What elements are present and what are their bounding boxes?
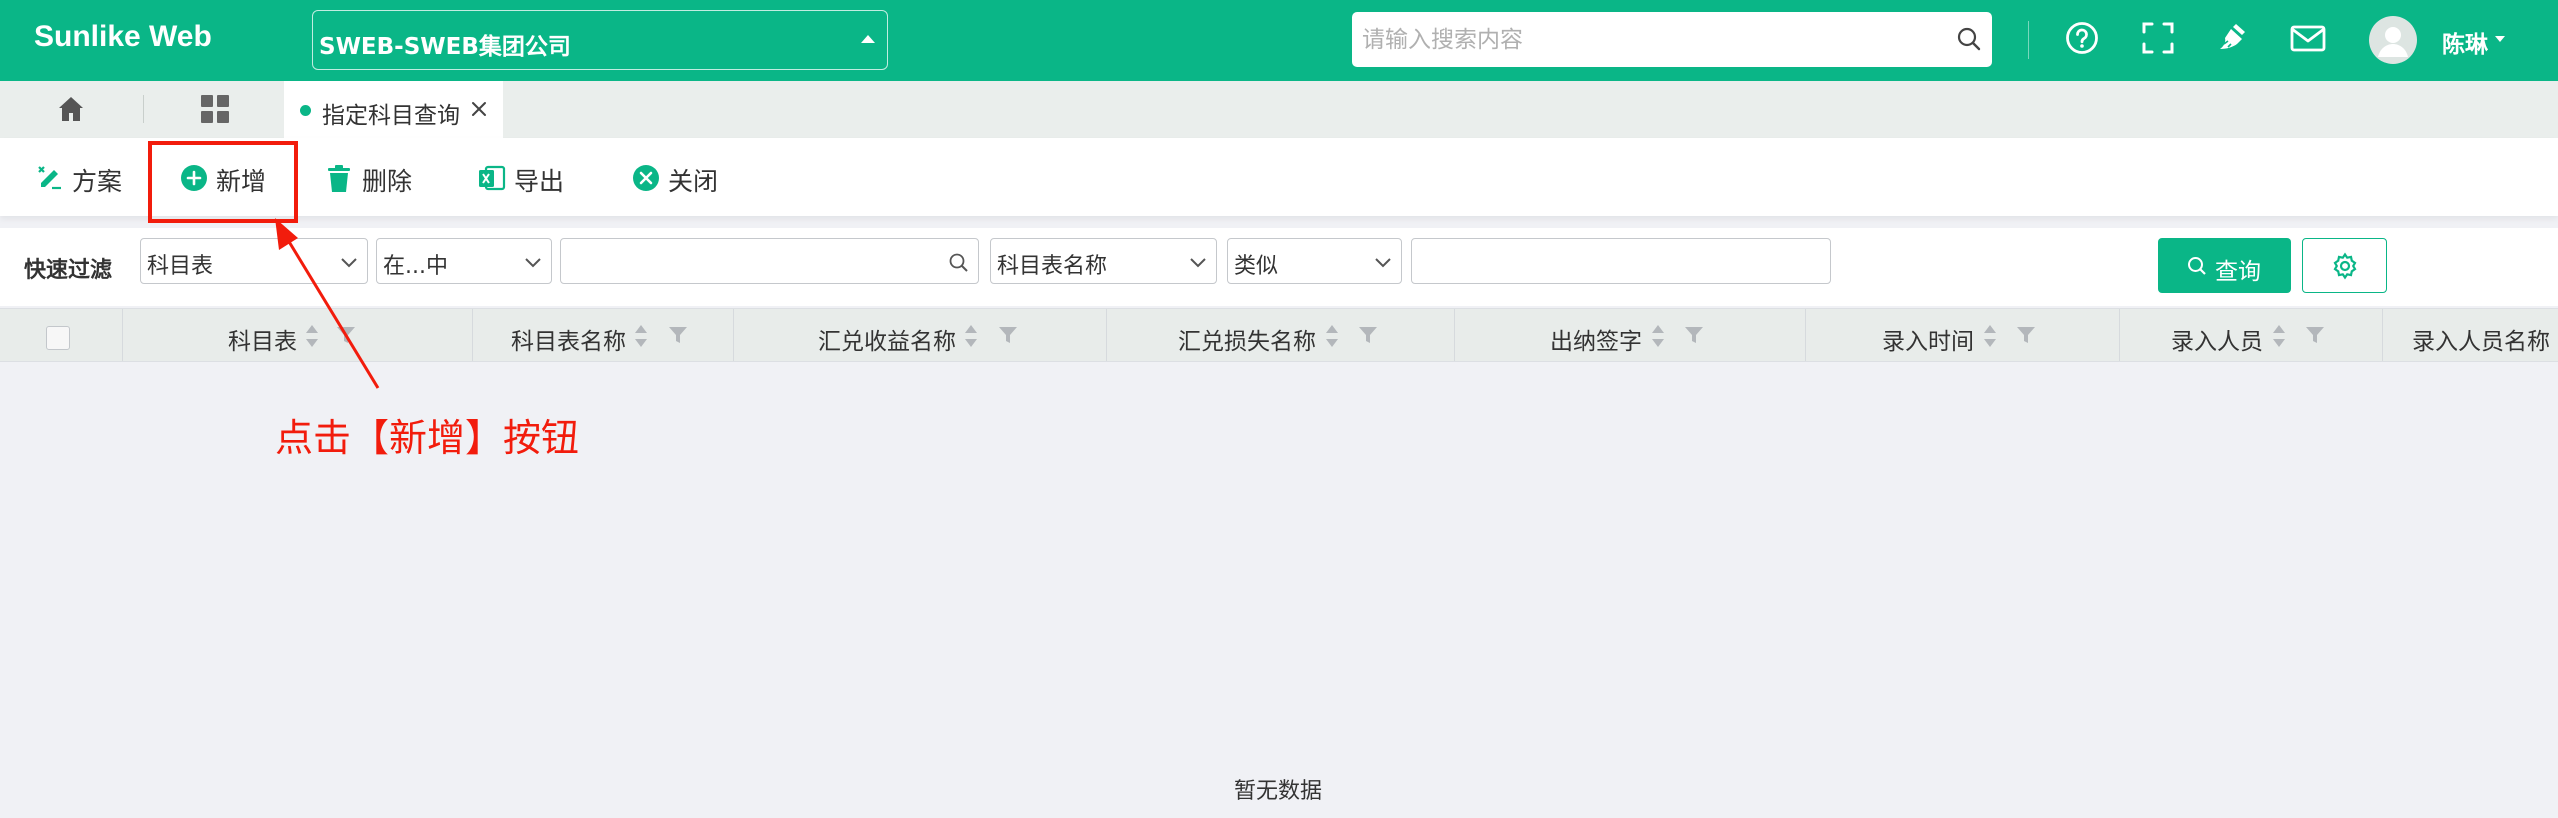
column-divider bbox=[472, 309, 473, 361]
clear-cache-icon[interactable] bbox=[2214, 20, 2252, 56]
active-dot-icon bbox=[300, 105, 311, 116]
add-button-highlight bbox=[148, 141, 298, 223]
filter-field2-value: 科目表名称 bbox=[997, 254, 1108, 279]
sort-icon[interactable] bbox=[1650, 323, 1666, 349]
sort-icon[interactable] bbox=[633, 323, 649, 349]
tab-divider bbox=[143, 95, 144, 123]
column-divider bbox=[1454, 309, 1455, 361]
column-header[interactable]: 汇兑收益名称 bbox=[818, 322, 956, 356]
filter-settings-button[interactable] bbox=[2302, 238, 2387, 293]
filter-funnel-icon[interactable] bbox=[2305, 325, 2325, 345]
select-all-checkbox[interactable] bbox=[46, 326, 70, 350]
action-toolbar: 方案 新增 删除 导出 关闭 bbox=[0, 138, 2558, 216]
excel-icon bbox=[479, 165, 506, 191]
scheme-edit-icon bbox=[38, 166, 61, 190]
column-header[interactable]: 录入时间 bbox=[1882, 322, 1974, 356]
sort-icon[interactable] bbox=[2271, 323, 2287, 349]
gear-icon bbox=[2333, 252, 2357, 280]
filter-funnel-icon[interactable] bbox=[1358, 325, 1378, 345]
filter-operator2-select[interactable]: 类似 bbox=[1227, 238, 1402, 284]
chevron-down-icon bbox=[341, 258, 357, 268]
quick-filter-label: 快速过滤 bbox=[24, 258, 113, 283]
filter-operator-value: 在...中 bbox=[383, 254, 448, 279]
chevron-down-icon bbox=[1375, 258, 1391, 268]
scheme-label: 方案 bbox=[72, 167, 123, 196]
header-divider bbox=[2028, 21, 2029, 59]
filter-value2-input[interactable] bbox=[1411, 238, 1831, 284]
close-circle-icon bbox=[633, 165, 659, 191]
user-name[interactable]: 陈琳 bbox=[2442, 25, 2488, 59]
column-header[interactable]: 汇兑损失名称 bbox=[1178, 322, 1316, 356]
export-label: 导出 bbox=[514, 167, 565, 196]
chevron-down-icon[interactable] bbox=[2495, 36, 2505, 42]
search-input[interactable] bbox=[1352, 12, 1952, 67]
help-icon[interactable] bbox=[2064, 20, 2100, 56]
empty-state-text: 暂无数据 bbox=[1234, 779, 1323, 804]
filter-value-field[interactable] bbox=[561, 239, 978, 283]
column-header[interactable]: 录入人员名称 bbox=[2412, 322, 2550, 356]
column-header[interactable]: 录入人员 bbox=[2171, 322, 2263, 356]
column-divider bbox=[2382, 309, 2383, 361]
column-header[interactable]: 科目表名称 bbox=[511, 322, 626, 356]
scheme-button[interactable]: 方案 bbox=[36, 162, 126, 196]
sort-icon[interactable] bbox=[304, 323, 320, 349]
search-icon[interactable] bbox=[1956, 26, 1982, 52]
tab-account-query[interactable]: 指定科目查询 bbox=[284, 81, 503, 138]
column-divider bbox=[1805, 309, 1806, 361]
trash-icon bbox=[328, 165, 350, 192]
mail-icon[interactable] bbox=[2289, 20, 2327, 56]
filter-funnel-icon[interactable] bbox=[668, 325, 688, 345]
user-icon bbox=[2378, 27, 2408, 57]
avatar[interactable] bbox=[2369, 16, 2417, 64]
filter-field2-select[interactable]: 科目表名称 bbox=[990, 238, 1217, 284]
filter-operator2-value: 类似 bbox=[1234, 254, 1279, 279]
column-divider bbox=[733, 309, 734, 361]
caret-up-icon bbox=[861, 35, 875, 43]
search-icon[interactable] bbox=[948, 252, 970, 274]
sort-icon[interactable] bbox=[1324, 323, 1340, 349]
sort-icon[interactable] bbox=[963, 323, 979, 349]
query-label: 查询 bbox=[2215, 259, 2261, 285]
global-search[interactable] bbox=[1352, 12, 1992, 67]
filter-operator-select[interactable]: 在...中 bbox=[376, 238, 552, 284]
chevron-down-icon bbox=[1190, 258, 1206, 268]
quick-filter-bar: 快速过滤 科目表 在...中 科目表名称 类似 查询 bbox=[0, 228, 2558, 306]
filter-field-select[interactable]: 科目表 bbox=[140, 238, 368, 284]
sort-icon[interactable] bbox=[1982, 323, 1998, 349]
filter-funnel-icon[interactable] bbox=[2016, 325, 2036, 345]
filter-field-value: 科目表 bbox=[147, 254, 214, 279]
chevron-down-icon bbox=[525, 258, 541, 268]
delete-label: 删除 bbox=[362, 167, 413, 196]
column-divider bbox=[122, 309, 123, 361]
delete-button[interactable]: 删除 bbox=[326, 162, 416, 196]
filter-value2-field[interactable] bbox=[1412, 239, 1830, 283]
grid-menu-icon[interactable] bbox=[200, 94, 230, 124]
filter-funnel-icon[interactable] bbox=[1684, 325, 1704, 345]
company-name: SWEB-SWEB集团公司 bbox=[319, 34, 571, 60]
close-button[interactable]: 关闭 bbox=[632, 162, 722, 196]
fullscreen-icon[interactable] bbox=[2140, 20, 2176, 56]
brand-logo: Sunlike Web bbox=[34, 20, 212, 53]
column-header[interactable]: 科目表 bbox=[228, 322, 297, 356]
annotation-text: 点击【新增】按钮 bbox=[275, 416, 580, 460]
query-button[interactable]: 查询 bbox=[2158, 238, 2291, 293]
table-header: 科目表 科目表名称 汇兑收益名称 汇兑损失名称 出纳签字 录入时间 录入人员 录… bbox=[0, 308, 2558, 362]
tab-label: 指定科目查询 bbox=[322, 103, 460, 129]
home-icon[interactable] bbox=[56, 94, 86, 124]
close-label: 关闭 bbox=[668, 167, 719, 196]
filter-funnel-icon[interactable] bbox=[998, 325, 1018, 345]
filter-value-input[interactable] bbox=[560, 238, 979, 284]
company-selector[interactable]: SWEB-SWEB集团公司 bbox=[312, 10, 888, 70]
close-tab-icon[interactable] bbox=[470, 100, 488, 118]
search-icon bbox=[2188, 257, 2206, 275]
column-header[interactable]: 出纳签字 bbox=[1550, 322, 1642, 356]
filter-funnel-icon[interactable] bbox=[336, 325, 356, 345]
export-button[interactable]: 导出 bbox=[478, 162, 568, 196]
column-divider bbox=[1106, 309, 1107, 361]
column-divider bbox=[2119, 309, 2120, 361]
